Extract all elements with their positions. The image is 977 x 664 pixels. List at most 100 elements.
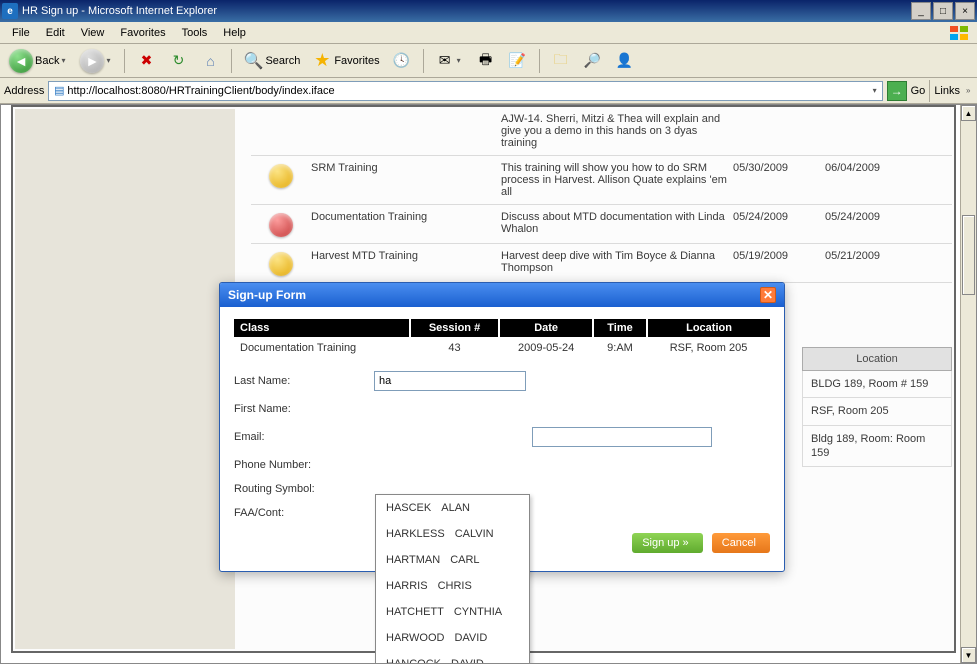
forward-arrow-icon: ► (80, 49, 104, 73)
ac-first: ALAN (441, 502, 470, 514)
menu-file[interactable]: File (4, 25, 38, 41)
cancel-button[interactable]: Cancel (712, 533, 770, 553)
autocomplete-item[interactable]: HARWOOD DAVID (376, 625, 529, 651)
edit-button[interactable]: 📝 (503, 47, 533, 75)
ac-last: HARWOOD (386, 632, 444, 644)
col-date: Date (499, 319, 593, 337)
ac-last: HATCHETT (386, 606, 444, 618)
history-icon: 🕓 (392, 51, 412, 71)
modal-titlebar[interactable]: Sign-up Form ✕ (220, 283, 784, 307)
menu-edit[interactable]: Edit (38, 25, 73, 41)
refresh-button[interactable]: ↻ (163, 47, 193, 75)
label-last-name: Last Name: (234, 375, 374, 387)
ac-first: CALVIN (455, 528, 494, 540)
toolbar: ◄ Back ▾ ► ▾ ✖ ↻ ⌂ 🔍 Search ★ Favorites … (0, 44, 977, 78)
autocomplete-item[interactable]: HARRIS CHRIS (376, 573, 529, 599)
autocomplete-item[interactable]: HANCOCKDAVID (376, 651, 529, 664)
messenger-icon: 👤 (615, 51, 635, 71)
scroll-down-button[interactable]: ▼ (961, 647, 976, 663)
menu-help[interactable]: Help (215, 25, 254, 41)
mail-button[interactable]: ✉▾ (430, 47, 469, 75)
content-area: AJW-14. Sherri, Mitzi & Thea will explai… (0, 104, 977, 664)
research-icon: 🔎 (583, 51, 603, 71)
class-info-table: Class Session # Date Time Location Docum… (234, 319, 770, 359)
print-button[interactable]: 🖶 (471, 47, 501, 75)
favorites-button[interactable]: ★ Favorites (307, 47, 384, 75)
val-time: 9:AM (593, 337, 647, 359)
address-field-wrap: ▤ ▾ (48, 81, 882, 101)
modal-close-button[interactable]: ✕ (760, 287, 776, 303)
stop-icon: ✖ (136, 51, 156, 71)
col-location: Location (647, 319, 770, 337)
messenger-button[interactable]: 👤 (610, 47, 640, 75)
val-location: RSF, Room 205 (647, 337, 770, 359)
links-label[interactable]: Links (934, 85, 960, 97)
ac-first: CYNTHIA (454, 606, 502, 618)
ac-first: DAVID (454, 632, 487, 644)
label-routing: Routing Symbol: (234, 483, 374, 495)
ac-last: HARRIS (386, 580, 428, 592)
search-button[interactable]: 🔍 Search (238, 47, 305, 75)
stop-button[interactable]: ✖ (131, 47, 161, 75)
vertical-scrollbar[interactable]: ▲ ▼ (960, 105, 976, 663)
label-first-name: First Name: (234, 403, 374, 415)
window-title: HR Sign up - Microsoft Internet Explorer (22, 5, 217, 17)
ac-last: HANCOCK (386, 658, 441, 664)
star-icon: ★ (312, 51, 332, 71)
back-dropdown-icon[interactable]: ▾ (61, 56, 68, 65)
ac-first: CARL (450, 554, 479, 566)
home-icon: ⌂ (200, 51, 220, 71)
autocomplete-item[interactable]: HARKLESS CALVIN (376, 521, 529, 547)
input-email[interactable] (532, 427, 712, 447)
col-session: Session # (410, 319, 500, 337)
tool-extra-1[interactable]: 🗀 (546, 47, 576, 75)
window-close-button[interactable]: × (955, 2, 975, 20)
val-session: 43 (410, 337, 500, 359)
links-chevron-icon[interactable]: » (966, 86, 973, 95)
autocomplete-dropdown: HASCEK ALAN HARKLESS CALVIN HARTMAN CARL HARRI… (375, 494, 530, 664)
go-label: Go (911, 85, 926, 97)
windows-flag-icon (945, 23, 973, 43)
maximize-button[interactable]: □ (933, 2, 953, 20)
address-input[interactable] (67, 85, 872, 97)
address-dropdown-icon[interactable]: ▾ (873, 86, 880, 95)
menu-view[interactable]: View (73, 25, 113, 41)
refresh-icon: ↻ (168, 51, 188, 71)
tool-extra-2[interactable]: 🔎 (578, 47, 608, 75)
val-date: 2009-05-24 (499, 337, 593, 359)
signup-button[interactable]: Sign up » (632, 533, 703, 553)
ac-last: HASCEK (386, 502, 431, 514)
autocomplete-item[interactable]: HATCHETT CYNTHIA (376, 599, 529, 625)
forward-dropdown-icon[interactable]: ▾ (106, 56, 113, 65)
scroll-up-button[interactable]: ▲ (961, 105, 976, 121)
page-icon: ▤ (51, 84, 67, 97)
forward-button[interactable]: ► ▾ (75, 47, 118, 75)
address-label: Address (4, 85, 44, 97)
mail-icon: ✉ (435, 51, 455, 71)
minimize-button[interactable]: _ (911, 2, 931, 20)
label-faa: FAA/Cont: (234, 507, 374, 519)
edit-icon: 📝 (508, 51, 528, 71)
back-button[interactable]: ◄ Back ▾ (4, 47, 73, 75)
col-class: Class (234, 319, 410, 337)
menu-favorites[interactable]: Favorites (112, 25, 173, 41)
menu-tools[interactable]: Tools (174, 25, 216, 41)
col-time: Time (593, 319, 647, 337)
ac-first: CHRIS (438, 580, 472, 592)
folder-icon: 🗀 (551, 51, 571, 71)
ac-last: HARTMAN (386, 554, 440, 566)
address-bar: Address ▤ ▾ → Go Links » (0, 78, 977, 104)
back-arrow-icon: ◄ (9, 49, 33, 73)
autocomplete-item[interactable]: HASCEK ALAN (376, 495, 529, 521)
ac-last: HARKLESS (386, 528, 445, 540)
scroll-thumb[interactable] (962, 215, 975, 295)
window-titlebar: e HR Sign up - Microsoft Internet Explor… (0, 0, 977, 22)
go-button[interactable]: → (887, 81, 907, 101)
autocomplete-item[interactable]: HARTMAN CARL (376, 547, 529, 573)
history-button[interactable]: 🕓 (387, 47, 417, 75)
label-phone: Phone Number: (234, 459, 374, 471)
home-button[interactable]: ⌂ (195, 47, 225, 75)
modal-title-text: Sign-up Form (228, 288, 306, 302)
input-last-name[interactable] (374, 371, 526, 391)
print-icon: 🖶 (476, 51, 496, 71)
